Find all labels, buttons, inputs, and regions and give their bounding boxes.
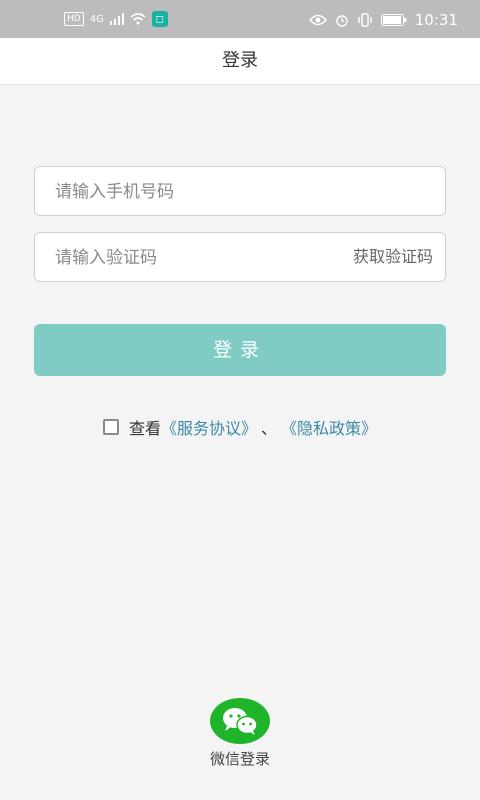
agreement-checkbox[interactable]	[102, 419, 119, 435]
network-type: 4G	[89, 13, 104, 25]
agreement-separator: 、	[261, 419, 278, 438]
privacy-policy-link[interactable]: 《隐私政策》	[281, 415, 377, 439]
status-bar: HD 4G ◻ 10:31	[0, 0, 480, 38]
wifi-icon	[130, 13, 146, 25]
battery-icon	[380, 14, 407, 26]
page-header: 登录	[0, 38, 480, 85]
get-code-button[interactable]: 获取验证码	[353, 233, 433, 281]
clock: 10:31	[414, 11, 458, 29]
alarm-icon	[336, 15, 348, 27]
app-notification-icon: ◻	[151, 11, 168, 27]
hd-indicator: HD	[64, 12, 84, 26]
status-right: 10:31	[308, 11, 458, 29]
agreement-prefix: 查看	[128, 419, 161, 438]
wechat-icon	[223, 708, 258, 735]
verification-code-input[interactable]	[53, 233, 317, 283]
login-button[interactable]: 登录	[34, 324, 446, 376]
code-input-container: 获取验证码	[34, 232, 446, 283]
signal-icon	[109, 13, 124, 25]
service-agreement-link[interactable]: 《服务协议》	[161, 415, 257, 439]
wechat-login-label: 微信登录	[209, 750, 270, 768]
page-title: 登录	[222, 50, 258, 71]
eye-icon	[308, 14, 327, 26]
phone-input-container	[34, 166, 446, 217]
vibrate-icon	[358, 13, 372, 27]
status-left: HD 4G ◻	[64, 11, 168, 27]
agreement-row: 查看 《服务协议》 、 《隐私政策》	[0, 414, 480, 440]
phone-input[interactable]	[53, 167, 427, 217]
wechat-login-button[interactable]	[210, 698, 270, 744]
